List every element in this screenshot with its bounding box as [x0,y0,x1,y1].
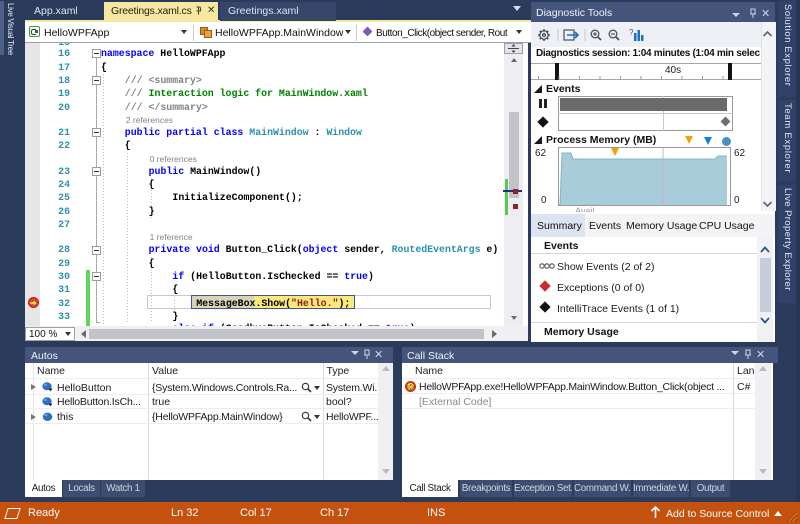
svg-text:?: ? [629,28,634,37]
